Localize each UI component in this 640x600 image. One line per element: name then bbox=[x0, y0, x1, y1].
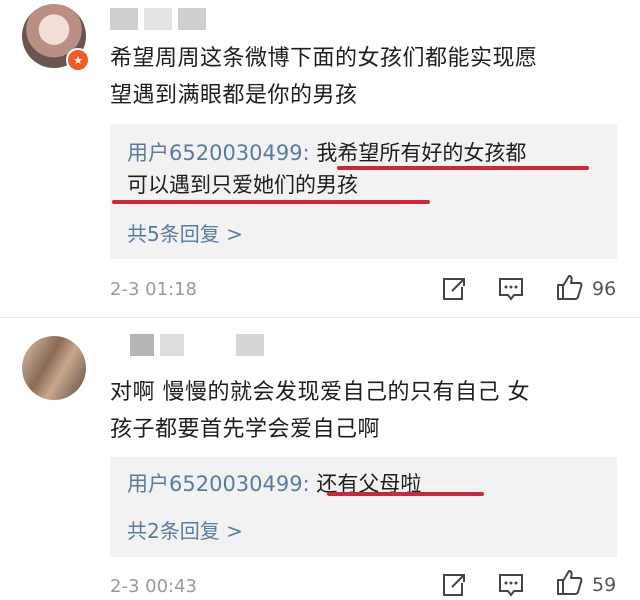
comment-item: ★ 希望周周这条微博下面的女孩们都能实现愿 望遇到满眼都是你的男孩 用户6520… bbox=[0, 0, 640, 318]
red-underline-annotation bbox=[112, 200, 430, 204]
like-count: 96 bbox=[592, 278, 617, 300]
share-icon[interactable] bbox=[438, 570, 468, 600]
more-replies-link[interactable]: 共2条回复 > bbox=[127, 515, 243, 544]
username-mosaic bbox=[236, 334, 264, 356]
reply-username-link[interactable]: 用户6520030499: bbox=[127, 472, 310, 496]
reply-preview-box[interactable]: 用户6520030499: 我希望所有好的女孩都 可以遇到只爱她们的男孩 共5条… bbox=[110, 124, 617, 259]
avatar[interactable] bbox=[22, 336, 86, 400]
red-underline-annotation bbox=[327, 492, 484, 496]
timestamp: 2-3 00:43 bbox=[110, 576, 197, 597]
verified-badge-icon: ★ bbox=[66, 48, 90, 72]
comment-icon[interactable] bbox=[496, 274, 526, 304]
reply-preview-box[interactable]: 用户6520030499: 还有父母啦 共2条回复 > bbox=[110, 457, 617, 557]
reply-text: 可以遇到只爱她们的男孩 bbox=[127, 173, 358, 197]
share-icon[interactable] bbox=[438, 274, 468, 304]
username-mosaic bbox=[110, 8, 206, 30]
reply-username-link[interactable]: 用户6520030499: bbox=[127, 141, 310, 165]
username-mosaic bbox=[130, 334, 184, 356]
like-icon[interactable] bbox=[554, 272, 584, 302]
comment-text: 希望周周这条微博下面的女孩们都能实现愿 望遇到满眼都是你的男孩 bbox=[110, 46, 538, 108]
more-replies-link[interactable]: 共5条回复 > bbox=[127, 218, 243, 247]
comment-text: 对啊 慢慢的就会发现爱自己的只有自己 女 孩子都要首先学会爱自己啊 bbox=[110, 380, 530, 442]
comment-icon[interactable] bbox=[496, 570, 526, 600]
timestamp: 2-3 01:18 bbox=[110, 279, 197, 300]
divider bbox=[0, 317, 640, 318]
reply-text: 我希望所有好的女孩都 bbox=[309, 141, 527, 165]
like-count: 59 bbox=[592, 574, 617, 596]
like-icon[interactable] bbox=[554, 567, 584, 597]
red-underline-annotation bbox=[337, 166, 589, 170]
